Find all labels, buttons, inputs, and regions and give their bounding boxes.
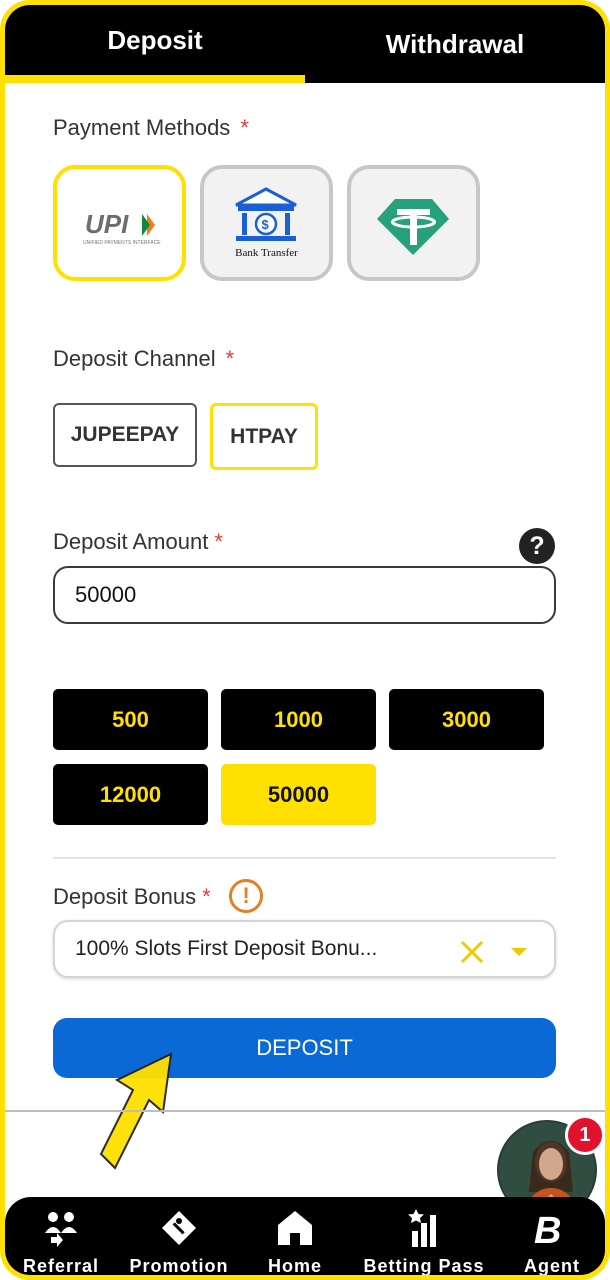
deposit-amount-input[interactable]: 50000	[53, 566, 556, 624]
nav-item-betting-pass[interactable]: Betting Pass	[349, 1197, 499, 1276]
nav-label-home: Home	[267, 1256, 322, 1276]
amount-preset-500[interactable]: 500	[53, 689, 208, 750]
amount-preset-50000[interactable]: 50000	[221, 764, 376, 825]
nav-item-promotion[interactable]: Promotion	[117, 1197, 241, 1276]
deposit-channel-label: Deposit Channel	[53, 346, 216, 371]
nav-item-home[interactable]: Home	[241, 1197, 349, 1276]
deposit-channel-heading: Deposit Channel *	[53, 346, 234, 372]
nav-item-agent[interactable]: B Agent	[499, 1197, 605, 1276]
app-frame: Deposit Withdrawal Payment Methods * UPI …	[0, 0, 610, 1280]
tether-icon	[377, 199, 449, 255]
nav-label-referral: Referral	[22, 1256, 100, 1276]
caret-down-icon[interactable]	[510, 946, 528, 958]
amount-preset-12000[interactable]: 12000	[53, 764, 208, 825]
pointer-arrow-icon	[99, 1052, 173, 1170]
bank-icon: $	[235, 187, 297, 241]
tab-deposit[interactable]: Deposit	[5, 5, 305, 83]
nav-label-promotion: Promotion	[129, 1256, 229, 1276]
svg-text:$: $	[262, 217, 270, 232]
nav-item-referral[interactable]: Referral	[5, 1197, 117, 1276]
divider	[53, 857, 556, 859]
tab-withdrawal[interactable]: Withdrawal	[305, 5, 605, 83]
channel-option-htpay[interactable]: HTPAY	[210, 403, 318, 470]
payment-method-usdt[interactable]	[347, 165, 480, 281]
content-bottom-line	[5, 1110, 605, 1112]
nav-label-betting-pass: Betting Pass	[363, 1256, 485, 1276]
deposit-amount-label: Deposit Amount	[53, 529, 209, 554]
deposit-bonus-heading: Deposit Bonus *	[53, 884, 211, 910]
amount-preset-3000[interactable]: 3000	[389, 689, 544, 750]
amount-preset-1000[interactable]: 1000	[221, 689, 376, 750]
deposit-amount-heading: Deposit Amount *	[53, 529, 223, 555]
gift-tag-icon	[162, 1211, 196, 1245]
nav-label-agent: Agent	[524, 1256, 580, 1276]
payment-method-upi[interactable]: UPI UNIFIED PAYMENTS INTERFACE	[53, 165, 186, 281]
bottom-nav: Referral Promotion Home Betting Pass B A…	[5, 1197, 605, 1276]
info-exclamation-icon[interactable]: !	[229, 879, 263, 913]
active-tab-indicator	[5, 75, 305, 83]
tab-bar: Deposit Withdrawal	[5, 5, 605, 83]
close-icon[interactable]	[459, 939, 485, 965]
agent-logo-icon: B	[534, 1210, 561, 1247]
svg-text:UNIFIED PAYMENTS INTERFACE: UNIFIED PAYMENTS INTERFACE	[83, 240, 161, 246]
bonus-selected-text: 100% Slots First Deposit Bonu...	[75, 937, 378, 960]
deposit-bonus-select[interactable]: 100% Slots First Deposit Bonu...	[53, 920, 556, 978]
svg-text:UPI: UPI	[85, 209, 129, 239]
payment-methods-label: Payment Methods	[53, 115, 231, 140]
required-mark: *	[202, 884, 211, 909]
payment-method-bank-transfer[interactable]: $ Bank Transfer	[200, 165, 333, 281]
required-mark: *	[240, 115, 249, 140]
home-icon	[278, 1211, 312, 1245]
bar-chart-star-icon	[408, 1209, 436, 1247]
bank-transfer-label: Bank Transfer	[235, 247, 298, 259]
help-icon[interactable]: ?	[519, 528, 555, 564]
svg-text:B: B	[534, 1210, 561, 1247]
payment-methods-heading: Payment Methods *	[53, 115, 249, 141]
notification-badge: 1	[565, 1115, 605, 1155]
required-mark: *	[225, 346, 235, 371]
deposit-bonus-label: Deposit Bonus	[53, 884, 197, 909]
referral-icon	[45, 1212, 77, 1247]
required-mark: *	[214, 529, 223, 554]
channel-option-jupeepay[interactable]: JUPEEPAY	[53, 403, 197, 467]
upi-logo-icon: UPI UNIFIED PAYMENTS INTERFACE	[83, 209, 161, 246]
